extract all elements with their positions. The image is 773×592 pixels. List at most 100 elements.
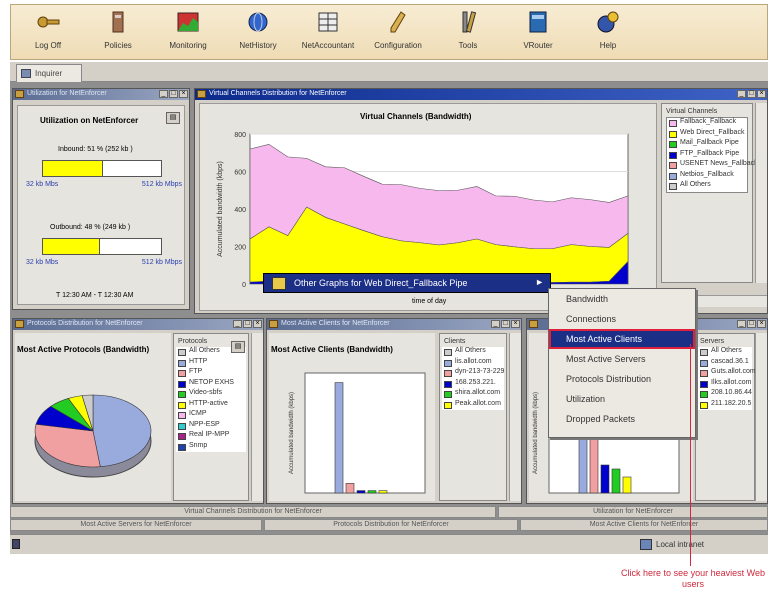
close-button[interactable]: × — [511, 320, 520, 328]
window-icon — [197, 90, 206, 98]
menu-item-bandwidth[interactable]: Bandwidth — [549, 289, 695, 309]
tab-inquirer[interactable]: Inquirer — [16, 64, 82, 82]
legend-swatch — [700, 370, 708, 377]
protocols-legend-item[interactable]: HTTP — [176, 358, 246, 369]
virtual-channels-titlebar[interactable]: Virtual Channels Distribution for NetEnf… — [195, 89, 767, 100]
clients-legend-item[interactable]: All Others — [442, 347, 504, 358]
menu-item-most-active-servers[interactable]: Most Active Servers — [549, 349, 695, 369]
legend-swatch — [669, 120, 677, 127]
tasktab-protocols[interactable]: Protocols Distribution for NetEnforcer — [264, 519, 518, 531]
legend-label: 211.182.20.5 — [711, 399, 752, 407]
legend-swatch — [444, 349, 452, 356]
window-icon — [269, 320, 278, 328]
protocols-legend-item[interactable]: NETOP EXHS — [176, 379, 246, 390]
menu-item-connections[interactable]: Connections — [549, 309, 695, 329]
clients-legend-item[interactable]: shira.allot.com — [442, 389, 504, 400]
vrouter-button[interactable]: VRouter — [503, 9, 573, 50]
minimize-button[interactable]: _ — [159, 90, 168, 98]
legend-label: All Others — [455, 347, 486, 354]
close-button[interactable]: × — [179, 90, 188, 98]
vc-legend-item[interactable]: USENET News_Fallback — [667, 160, 758, 171]
clients-legend-item[interactable]: Peak.allot.com — [442, 400, 504, 411]
menu-item-most-active-clients[interactable]: Most Active Clients — [549, 329, 695, 349]
servers-legend-item[interactable]: Guts.allot.com — [698, 368, 756, 379]
maximize-button[interactable]: □ — [747, 320, 756, 328]
tools-button[interactable]: Tools — [433, 9, 503, 50]
protocols-scrollbar[interactable] — [251, 333, 263, 501]
policies-button[interactable]: Policies — [83, 9, 153, 50]
minimize-button[interactable]: _ — [491, 320, 500, 328]
protocols-legend-item[interactable]: Snmp — [176, 442, 246, 453]
tasktab-clients[interactable]: Most Active Clients for NetEnforcer — [520, 519, 768, 531]
utilization-titlebar[interactable]: Utilization for NetEnforcer _ □ × — [13, 89, 189, 100]
protocols-legend-item[interactable]: HTTP-active — [176, 400, 246, 411]
utilization-window: Utilization for NetEnforcer _ □ × Utilizat… — [12, 88, 190, 310]
menu-item-protocols-distribution[interactable]: Protocols Distribution — [549, 369, 695, 389]
protocols-legend-item[interactable]: NPP-ESP — [176, 421, 246, 432]
options-button[interactable]: ▤ — [231, 341, 245, 353]
vc-legend-item[interactable]: All Others — [667, 181, 747, 192]
options-button[interactable]: ▤ — [166, 112, 180, 124]
legend-swatch — [444, 370, 452, 377]
vc-legend-item[interactable]: Fallback_Fallback — [667, 118, 747, 129]
vc-legend-item[interactable]: Netbios_Fallback — [667, 171, 747, 182]
menu-item-utilization[interactable]: Utilization — [549, 389, 695, 409]
clients-legend: Clients All Others lis.allot.com dyn-213-7… — [439, 333, 507, 501]
tasktab-virtual-channels[interactable]: Virtual Channels Distribution for NetEnf… — [10, 506, 496, 518]
callout-line — [690, 344, 691, 566]
nethistory-button[interactable]: NetHistory — [223, 9, 293, 50]
page-icon — [12, 539, 20, 549]
other-graphs-menu-item[interactable]: Other Graphs for Web Direct_Fallback Pip… — [263, 273, 551, 293]
maximize-button[interactable]: □ — [243, 320, 252, 328]
legend-label: USENET News_Fallback — [680, 160, 758, 167]
legend-label: HTTP — [189, 357, 208, 365]
close-button[interactable]: × — [757, 320, 766, 328]
servers-legend-item[interactable]: All Others — [698, 347, 752, 358]
clients-titlebar[interactable]: Most Active Clients for NetEnforcer _ □ × — [267, 319, 521, 330]
protocols-titlebar[interactable]: Protocols Distribution for NetEnforcer _… — [13, 319, 263, 330]
legend-swatch — [669, 162, 677, 169]
protocols-legend-item[interactable]: Real IP-MPP — [176, 431, 246, 442]
clients-legend-item[interactable]: lis.allot.com — [442, 358, 504, 369]
menu-item-dropped-packets[interactable]: Dropped Packets — [549, 409, 695, 429]
servers-legend-item[interactable]: Ilks.allot.com — [698, 379, 752, 390]
window-icon — [15, 90, 24, 98]
help-icon — [597, 11, 619, 33]
servers-legend-item[interactable]: 208.10.86.44 — [698, 389, 752, 400]
vc-legend-scrollbar[interactable] — [755, 103, 767, 283]
tasktab-servers[interactable]: Most Active Servers for NetEnforcer — [10, 519, 262, 531]
minimize-button[interactable]: _ — [737, 320, 746, 328]
legend-label: Netbios_Fallback — [680, 170, 734, 178]
clients-legend-item[interactable]: 168.253.221. — [442, 379, 504, 390]
netaccountant-button[interactable]: NetAccountant — [293, 9, 363, 50]
help-button[interactable]: Help — [573, 9, 643, 50]
protocols-legend-item[interactable]: ICMP — [176, 410, 246, 421]
key-icon — [37, 16, 60, 28]
configuration-button[interactable]: Configuration — [363, 9, 433, 50]
servers-legend-item[interactable]: cascad.36.1 — [698, 358, 752, 369]
tasktab-utilization[interactable]: Utilization for NetEnforcer — [498, 506, 768, 518]
legend-label: shira.allot.com — [455, 389, 501, 396]
protocols-legend-item[interactable]: FTP — [176, 368, 246, 379]
servers-scrollbar[interactable] — [755, 333, 767, 501]
vc-legend-item[interactable]: Web Direct_Fallback — [667, 129, 747, 140]
protocols-legend-item[interactable]: Video-sbfs — [176, 389, 246, 400]
minimize-button[interactable]: _ — [737, 90, 746, 98]
maximize-button[interactable]: □ — [747, 90, 756, 98]
vc-legend-item[interactable]: Mail_Fallback Pipe — [667, 139, 747, 150]
log-off-button[interactable]: Log Off — [13, 9, 83, 50]
vc-legend-item[interactable]: FTP_Fallback Pipe — [667, 150, 747, 161]
y-tick-label: 0 — [242, 282, 246, 289]
clients-legend-item[interactable]: dyn-213-73-229 — [442, 368, 504, 379]
close-button[interactable]: × — [757, 90, 766, 98]
outbound-gauge-fill — [43, 239, 100, 254]
legend-label: All Others — [189, 347, 220, 354]
maximize-button[interactable]: □ — [501, 320, 510, 328]
legend-label: Mail_Fallback Pipe — [680, 139, 739, 146]
clients-scrollbar[interactable] — [509, 333, 521, 501]
minimize-button[interactable]: _ — [233, 320, 242, 328]
monitoring-button[interactable]: Monitoring — [153, 9, 223, 50]
servers-legend-item[interactable]: 211.182.20.5 — [698, 400, 752, 411]
maximize-button[interactable]: □ — [169, 90, 178, 98]
close-button[interactable]: × — [253, 320, 262, 328]
